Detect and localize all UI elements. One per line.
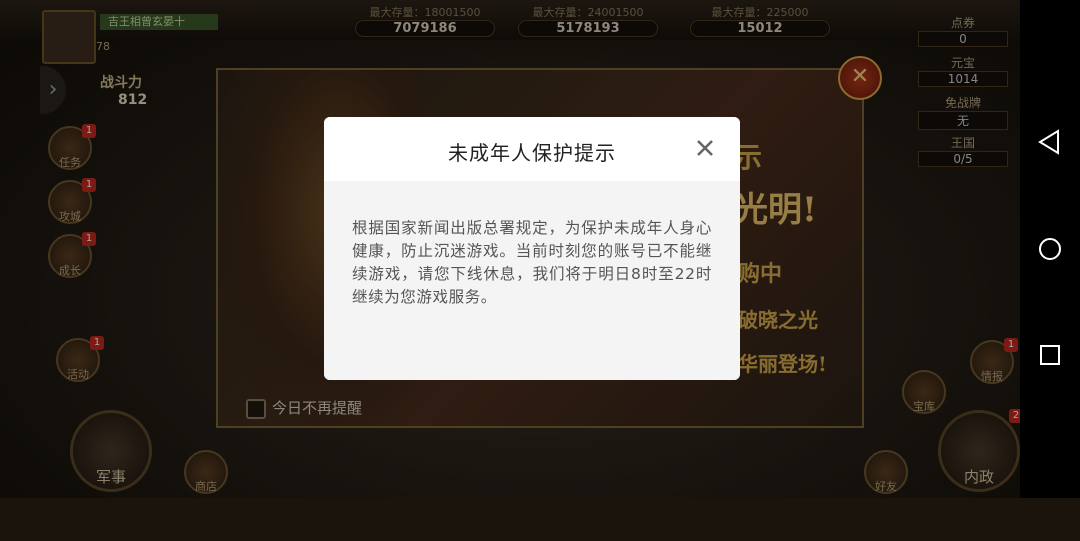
- close-icon[interactable]: [692, 135, 718, 161]
- back-triangle-icon[interactable]: [1034, 126, 1066, 158]
- minor-protection-dialog: 未成年人保护提示 根据国家新闻出版总署规定，为保护未成年人身心健康，防止沉迷游戏…: [324, 117, 740, 380]
- system-nav-bar: [1020, 0, 1080, 498]
- dialog-message: 根据国家新闻出版总署规定，为保护未成年人身心健康，防止沉迷游戏。当前时刻您的账号…: [324, 181, 740, 380]
- home-circle-icon[interactable]: [1034, 233, 1066, 265]
- dialog-title: 未成年人保护提示: [448, 141, 616, 165]
- recent-square-icon[interactable]: [1034, 339, 1066, 371]
- dialog-header: 未成年人保护提示: [324, 117, 740, 181]
